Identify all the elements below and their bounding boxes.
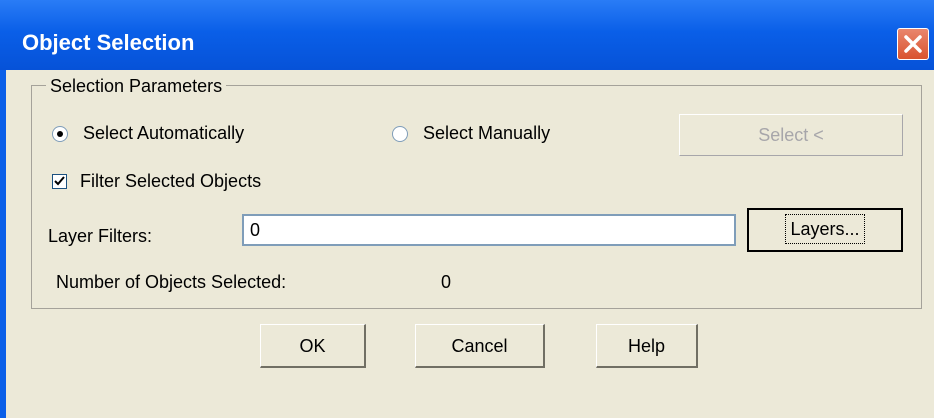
help-button-label: Help (627, 336, 666, 356)
help-button[interactable]: Help (596, 324, 698, 368)
objects-selected-count: 0 (441, 272, 452, 292)
filter-selected-objects-checkbox[interactable] (52, 174, 67, 189)
layer-filters-input[interactable]: 0 (242, 214, 736, 246)
object-selection-dialog: Object Selection Selection Parameters Se… (0, 0, 934, 418)
radio-selected-dot (57, 131, 63, 137)
close-icon (904, 35, 922, 53)
title-bar[interactable]: Object Selection (0, 0, 934, 70)
close-button[interactable] (897, 28, 929, 60)
dialog-title: Object Selection (22, 30, 195, 55)
select-automatically-label[interactable]: Select Automatically (83, 123, 244, 144)
select-button[interactable]: Select < (679, 114, 903, 156)
ok-button-label: OK (299, 336, 326, 356)
select-manually-label[interactable]: Select Manually (423, 123, 550, 144)
checkmark-icon (54, 176, 65, 186)
cancel-button-label: Cancel (451, 336, 508, 356)
ok-button[interactable]: OK (260, 324, 366, 368)
layers-button-label: Layers... (785, 214, 865, 244)
objects-selected-label: Number of Objects Selected: (56, 272, 287, 292)
select-button-label: Select < (758, 125, 824, 145)
group-legend: Selection Parameters (46, 76, 227, 97)
cancel-button[interactable]: Cancel (415, 324, 545, 368)
select-automatically-radio[interactable] (52, 126, 68, 142)
layers-button[interactable]: Layers... (747, 208, 903, 252)
select-manually-radio[interactable] (392, 126, 408, 142)
layer-filters-label: Layer Filters: (48, 226, 153, 246)
filter-selected-objects-label[interactable]: Filter Selected Objects (80, 171, 261, 192)
